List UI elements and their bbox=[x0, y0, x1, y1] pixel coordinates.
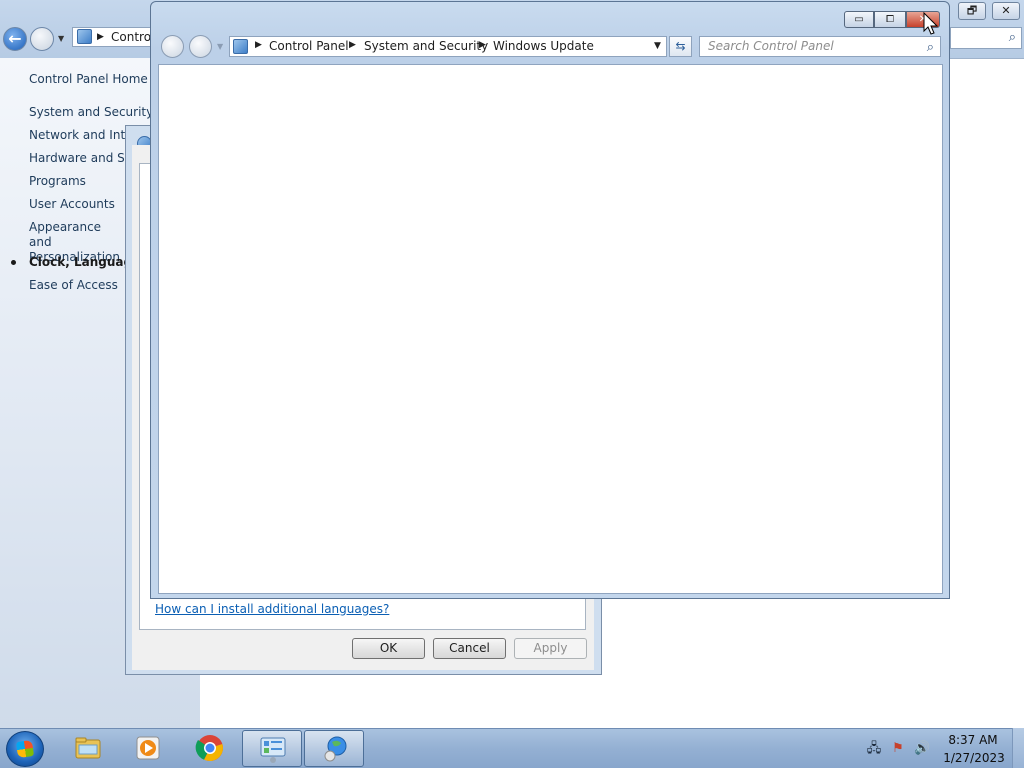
minimize-button[interactable]: ▭ bbox=[844, 11, 874, 28]
recent-pages-dropdown-icon[interactable]: ▼ bbox=[58, 34, 64, 43]
address-dropdown-icon[interactable]: ▼ bbox=[654, 41, 661, 51]
taskbar-item-media-player[interactable] bbox=[118, 730, 178, 767]
file-explorer-icon bbox=[75, 737, 101, 759]
search-input[interactable]: Search Control Panel ⌕ bbox=[699, 36, 941, 57]
refresh-icon: ⇆ bbox=[675, 39, 686, 53]
search-icon: ⌕ bbox=[1008, 30, 1016, 45]
network-icon[interactable]: 🖧 bbox=[866, 741, 882, 757]
back-button[interactable] bbox=[161, 35, 184, 58]
chrome-icon bbox=[195, 735, 223, 762]
address-bar[interactable]: ▶ Control bbox=[72, 27, 162, 47]
taskbar-item-explorer[interactable] bbox=[58, 730, 118, 767]
install-languages-link[interactable]: How can I install additional languages? bbox=[155, 602, 389, 616]
forward-button[interactable] bbox=[189, 35, 212, 58]
cancel-button[interactable]: Cancel bbox=[433, 638, 506, 659]
breadcrumb-arrow-icon[interactable]: ▶ bbox=[255, 40, 262, 50]
taskbar-item-control-panel[interactable] bbox=[242, 730, 302, 767]
media-player-icon bbox=[136, 736, 160, 760]
breadcrumb-arrow-icon[interactable]: ▶ bbox=[479, 40, 486, 50]
ok-button[interactable]: OK bbox=[352, 638, 425, 659]
breadcrumb-arrow-icon: ▶ bbox=[97, 32, 104, 42]
clock-time[interactable]: 8:37 AM bbox=[948, 733, 998, 747]
restore-button[interactable]: 🗗 bbox=[958, 2, 986, 20]
sidebar-item-hardware[interactable]: Hardware and Sou bbox=[29, 151, 140, 166]
sidebar-item-user-accounts[interactable]: User Accounts bbox=[29, 197, 115, 212]
sidebar-item-ease-of-access[interactable]: Ease of Access bbox=[29, 278, 118, 293]
recent-pages-dropdown-icon[interactable]: ▼ bbox=[217, 42, 223, 51]
start-button[interactable] bbox=[6, 731, 44, 767]
search-box[interactable]: ⌕ bbox=[950, 27, 1022, 49]
clock-date[interactable]: 1/27/2023 bbox=[942, 751, 1006, 765]
volume-icon[interactable]: 🔊 bbox=[914, 741, 930, 757]
current-item-bullet bbox=[11, 260, 16, 265]
breadcrumb-windows-update[interactable]: Windows Update bbox=[493, 39, 594, 53]
address-bar[interactable]: ▶ Control Panel ▶ System and Security ▶ … bbox=[229, 36, 667, 57]
taskbar-item-chrome[interactable] bbox=[180, 730, 240, 767]
sidebar-item-network[interactable]: Network and Inter bbox=[29, 128, 137, 143]
back-arrow-icon: ← bbox=[8, 29, 22, 48]
action-center-flag-icon[interactable]: ⚑ bbox=[890, 741, 906, 757]
refresh-button[interactable]: ⇆ bbox=[669, 36, 692, 57]
control-panel-icon bbox=[260, 737, 286, 763]
breadcrumb-arrow-icon[interactable]: ▶ bbox=[349, 40, 356, 50]
forward-button[interactable] bbox=[30, 27, 54, 51]
search-placeholder: Search Control Panel bbox=[708, 39, 834, 53]
sidebar-item-control-panel-home[interactable]: Control Panel Home bbox=[29, 72, 148, 87]
search-icon[interactable]: ⌕ bbox=[927, 38, 934, 57]
maximize-button[interactable]: ⧠ bbox=[874, 11, 906, 28]
windows-update-globe-icon bbox=[324, 736, 347, 762]
control-panel-icon bbox=[77, 29, 92, 44]
breadcrumb-system-and-security[interactable]: System and Security bbox=[364, 39, 488, 53]
show-desktop-button[interactable] bbox=[1012, 728, 1024, 768]
windows-update-content bbox=[158, 64, 943, 594]
taskbar: 🖧 ⚑ 🔊 bbox=[0, 728, 1024, 768]
taskbar-item-windows-update[interactable] bbox=[304, 730, 364, 767]
mouse-cursor-icon bbox=[923, 12, 939, 35]
close-button[interactable]: ✕ bbox=[992, 2, 1020, 20]
back-button[interactable]: ← bbox=[3, 27, 27, 51]
apply-button: Apply bbox=[514, 638, 587, 659]
breadcrumb-control-panel[interactable]: Control Panel bbox=[269, 39, 349, 53]
sidebar-item-system-and-security[interactable]: System and Security bbox=[29, 105, 153, 120]
control-panel-icon bbox=[233, 39, 248, 54]
sidebar-item-programs[interactable]: Programs bbox=[29, 174, 86, 189]
address-text: Control bbox=[111, 30, 155, 44]
